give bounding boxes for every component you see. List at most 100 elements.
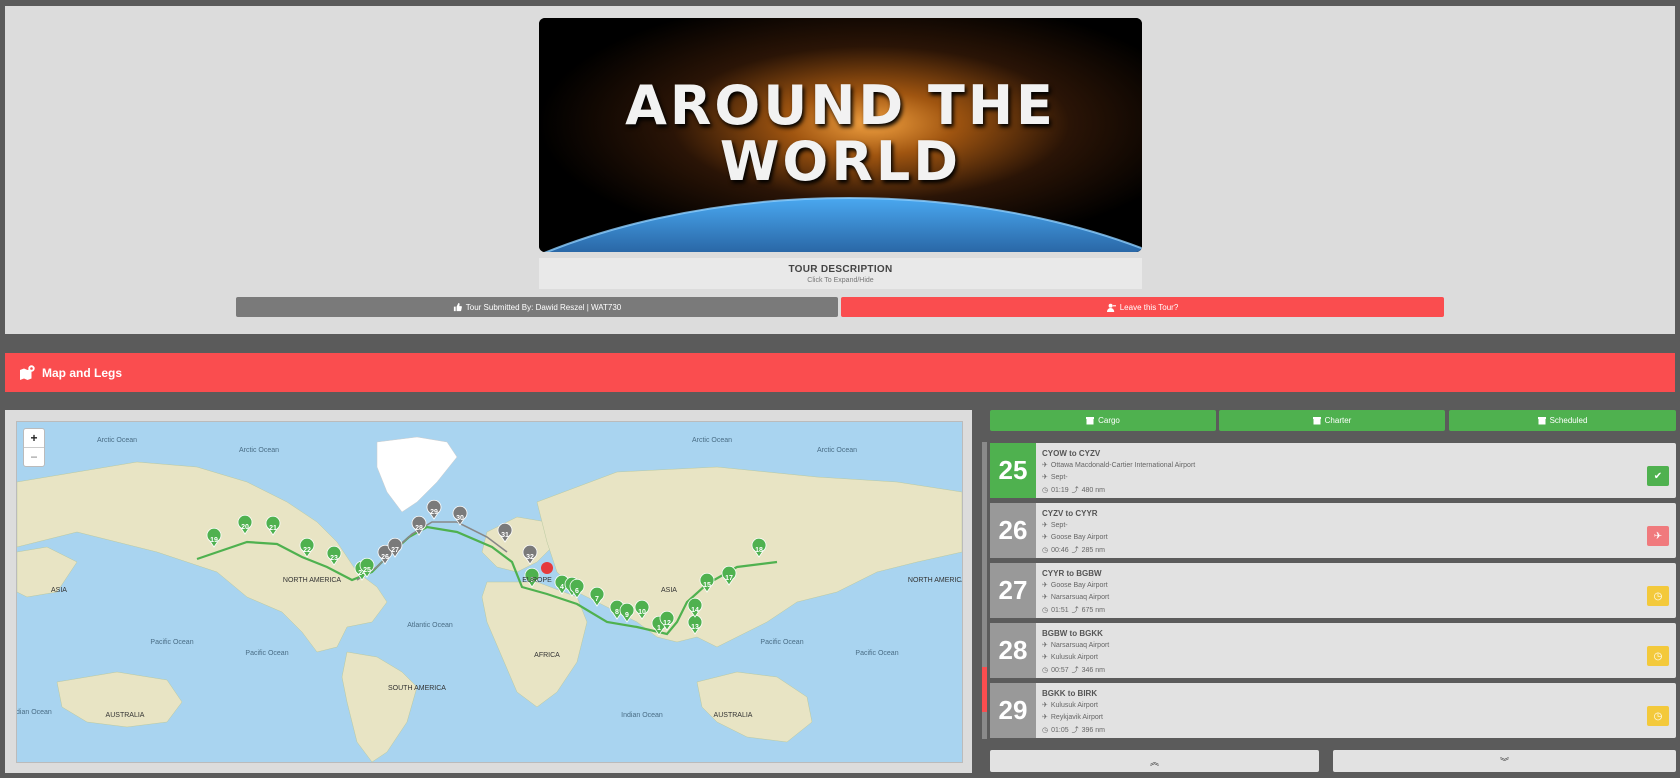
clock-icon: ◷ (1042, 667, 1049, 674)
leg-stats: ◷ 01:05 ⤴ 396 nm (1042, 725, 1105, 735)
map-label: NORTH AMERICA (908, 577, 962, 584)
leave-tour-label: Leave this Tour? (1119, 302, 1179, 312)
svg-text:19: 19 (210, 537, 218, 544)
map-label: Pacific Ocean (760, 639, 803, 646)
category-charter-button[interactable]: Charter (1219, 410, 1445, 431)
svg-text:14: 14 (691, 607, 699, 614)
current-position-marker[interactable] (541, 562, 553, 574)
map-canvas[interactable]: 1345678910121314151718192021222324252627… (17, 422, 962, 762)
leg-item-27[interactable]: 27 CYYR to BGBW ✈ Goose Bay Airport ✈ Nars… (990, 563, 1676, 618)
map-label: Arctic Ocean (239, 447, 279, 454)
leg-marker-29[interactable]: 29 (426, 499, 442, 520)
leg-duration: 01:19 (1051, 486, 1069, 494)
legs-scrollbar[interactable] (982, 442, 987, 739)
svg-text:30: 30 (456, 515, 464, 522)
map-label: EUROPE (522, 577, 552, 584)
map-label: Arctic Ocean (692, 437, 732, 444)
check-icon[interactable]: ✔ (1647, 466, 1669, 486)
tour-description-hint: Click To Expand/Hide (807, 277, 874, 284)
thumbs-up-icon (453, 302, 462, 311)
svg-text:7: 7 (595, 596, 599, 603)
continents-layer (17, 436, 962, 762)
leg-arrival: ✈ Goose Bay Airport (1042, 533, 1108, 542)
plane-arrival-icon: ✈ (1042, 474, 1048, 481)
clock-icon[interactable]: ◷ (1647, 646, 1669, 666)
leave-tour-button[interactable]: Leave this Tour? (841, 297, 1444, 317)
svg-text:22: 22 (303, 547, 311, 554)
map-label: AUSTRALIA (106, 712, 145, 719)
user-minus-icon (1106, 303, 1116, 312)
leg-departure: ✈ Kulusuk Airport (1042, 701, 1098, 710)
svg-text:20: 20 (241, 524, 249, 531)
world-route-map[interactable]: 1345678910121314151718192021222324252627… (16, 421, 963, 763)
svg-text:15: 15 (703, 582, 711, 589)
zoom-in-button[interactable]: + (24, 429, 44, 447)
banner-title: AROUND THE WORLD (625, 74, 1056, 193)
plane-departure-icon: ✈ (1042, 462, 1048, 469)
leg-number: 26 (990, 503, 1036, 558)
clock-icon: ◷ (1042, 547, 1049, 554)
svg-text:1: 1 (657, 625, 661, 632)
leg-item-28[interactable]: 28 BGBW to BGKK ✈ Narsarsuaq Airport ✈ Kul… (990, 623, 1676, 678)
svg-text:9: 9 (625, 612, 629, 619)
leg-duration: 01:51 (1051, 606, 1069, 614)
svg-text:25: 25 (363, 567, 371, 574)
plane-icon[interactable]: ✈ (1647, 526, 1669, 546)
double-chevron-up-icon: ︽ (1149, 756, 1159, 767)
route-icon: ⤴ (1071, 487, 1079, 494)
zoom-out-button[interactable]: − (24, 447, 44, 466)
leg-number: 28 (990, 623, 1036, 678)
scroll-down-button[interactable]: ︾ (1333, 750, 1676, 772)
route-icon: ⤴ (1071, 607, 1079, 614)
submitted-by-label: Tour Submitted By: Dawid Reszel | WAT730 (465, 302, 622, 312)
leg-departure: ✈ Sept- (1042, 521, 1068, 530)
leg-route-title: CYZV to CYYR (1042, 509, 1098, 518)
scroll-up-button[interactable]: ︽ (990, 750, 1319, 772)
leg-stats: ◷ 00:57 ⤴ 346 nm (1042, 665, 1105, 675)
plane-departure-icon: ✈ (1042, 522, 1048, 529)
leg-departure: ✈ Goose Bay Airport (1042, 581, 1108, 590)
leg-stats: ◷ 01:51 ⤴ 675 nm (1042, 605, 1105, 615)
clock-icon[interactable]: ◷ (1647, 706, 1669, 726)
plane-arrival-icon: ✈ (1042, 594, 1048, 601)
svg-text:21: 21 (269, 525, 277, 532)
map-label: ASIA (661, 587, 677, 594)
svg-text:8: 8 (615, 609, 619, 616)
svg-text:29: 29 (430, 509, 438, 516)
map-label: Indian Ocean (621, 712, 663, 719)
leg-item-29[interactable]: 29 BGKK to BIRK ✈ Kulusuk Airport ✈ Reykja… (990, 683, 1676, 738)
map-label: AUSTRALIA (714, 712, 753, 719)
leg-departure-airport: Sept- (1050, 521, 1068, 529)
leg-item-26[interactable]: 26 CYZV to CYYR ✈ Sept- ✈ Goose Bay Airpor… (990, 503, 1676, 558)
leg-arrival-airport: Goose Bay Airport (1050, 533, 1108, 541)
category-scheduled-button[interactable]: Scheduled (1449, 410, 1676, 431)
double-chevron-down-icon: ︾ (1499, 756, 1509, 767)
tour-banner: AROUND THE WORLD (539, 18, 1142, 252)
svg-text:10: 10 (638, 609, 646, 616)
map-pin-icon (20, 365, 35, 380)
category-scheduled-label: Scheduled (1549, 416, 1588, 425)
category-cargo-label: Cargo (1098, 416, 1120, 425)
submitted-by-button[interactable]: Tour Submitted By: Dawid Reszel | WAT730 (236, 297, 838, 317)
leg-stats: ◷ 01:19 ⤴ 480 nm (1042, 485, 1105, 495)
tour-description-toggle[interactable]: TOUR DESCRIPTION Click To Expand/Hide (539, 258, 1142, 289)
map-label: SOUTH AMERICA (388, 685, 446, 692)
clock-icon: ◷ (1042, 487, 1049, 494)
category-cargo-button[interactable]: Cargo (990, 410, 1216, 431)
map-label: Indian Ocean (17, 709, 52, 716)
leg-route-title: CYYR to BGBW (1042, 569, 1102, 578)
leg-departure-airport: Narsarsuaq Airport (1050, 641, 1110, 649)
legs-scroll-thumb[interactable] (982, 667, 987, 712)
map-label: Pacific Ocean (245, 650, 288, 657)
leg-departure: ✈ Narsarsuaq Airport (1042, 641, 1110, 650)
box-icon (1312, 416, 1321, 424)
map-label: Atlantic Ocean (407, 622, 453, 629)
leg-distance: 675 nm (1081, 606, 1105, 614)
map-and-legs-header: Map and Legs (5, 353, 1675, 392)
leg-distance: 480 nm (1081, 486, 1105, 494)
svg-text:23: 23 (330, 555, 338, 562)
map-label: Pacific Ocean (855, 650, 898, 657)
leg-item-25[interactable]: 25 CYOW to CYZV ✈ Ottawa Macdonald-Cartie… (990, 443, 1676, 498)
svg-text:32: 32 (526, 554, 534, 561)
clock-icon[interactable]: ◷ (1647, 586, 1669, 606)
